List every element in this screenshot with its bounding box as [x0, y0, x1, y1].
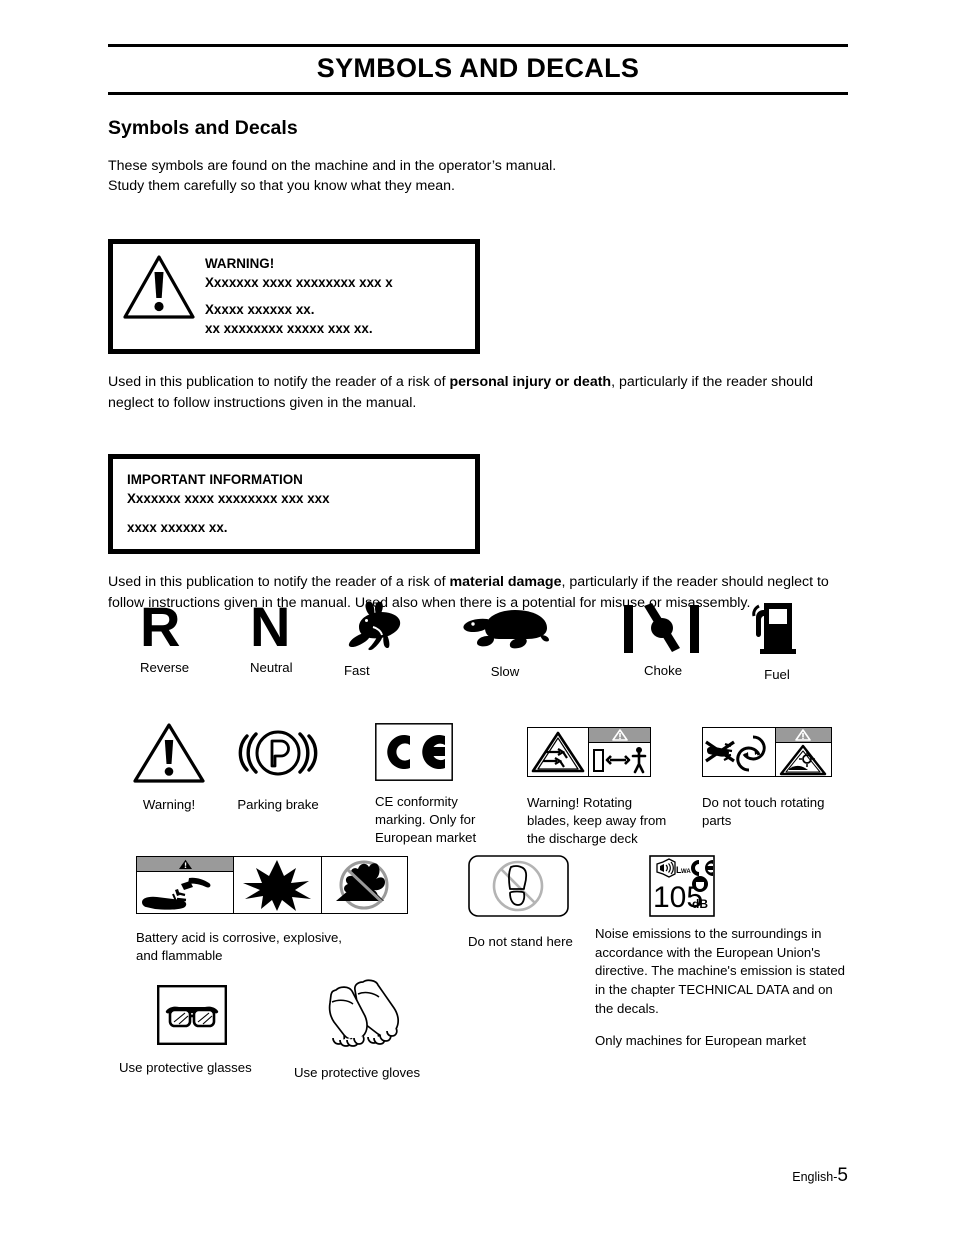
do-not-touch-rotating-parts-decal — [702, 727, 832, 777]
footer-language: English- — [792, 1170, 838, 1184]
intro-line-2: Study them carefully so that you know wh… — [108, 178, 455, 195]
symbol-warning: Warning! — [132, 722, 206, 813]
symbol-warning-label: Warning! — [142, 797, 196, 812]
decal-panel-no-hand — [703, 728, 776, 776]
symbol-neutral: N Neutral — [250, 595, 293, 676]
ce-mark-icon — [375, 723, 495, 781]
warning-title: WARNING! — [205, 255, 275, 271]
symbol-do-not-touch: Do not touch rotating parts — [702, 727, 862, 830]
rotating-blades-decal — [527, 727, 651, 777]
symbol-protective-gloves-label: Use protective gloves — [294, 1065, 421, 1080]
noise-paragraph-1: Noise emissions to the surroundings in a… — [595, 926, 846, 1016]
parking-brake-icon — [234, 722, 322, 784]
decal-gray-header — [589, 728, 650, 743]
page-content: SYMBOLS AND DECALS Symbols and Decals Th… — [108, 44, 848, 614]
symbol-fast-label: Fast — [344, 663, 370, 678]
decal-panel-entanglement — [775, 728, 831, 776]
symbol-reverse: R Reverse — [140, 595, 190, 676]
battery-acid-decal — [136, 856, 408, 914]
symbol-ce-marking: CE conformity marking. Only for European… — [375, 723, 495, 846]
warning-description-paragraph: Used in this publication to notify the r… — [108, 372, 843, 414]
symbol-rotating-blades-label: Warning! Rotating blades, keep away from… — [527, 795, 667, 846]
symbol-neutral-label: Neutral — [250, 660, 293, 676]
info-desc-bold: material damage — [449, 573, 562, 590]
letter-r-icon: R — [140, 595, 180, 658]
symbol-choke-label: Choke — [643, 663, 683, 678]
symbol-battery-acid: Battery acid is corrosive, explosive, an… — [136, 856, 456, 966]
document-title: SYMBOLS AND DECALS — [316, 53, 640, 83]
safety-glasses-icon — [157, 985, 279, 1045]
noise-description: Noise emissions to the surroundings in a… — [595, 925, 845, 1050]
noise-paragraph-2: Only machines for European market — [595, 1032, 807, 1048]
info-desc-pre: Used in this publication to notify the r… — [108, 573, 450, 590]
important-information-box: IMPORTANT INFORMATION Xxxxxxx xxxx xxxxx… — [108, 453, 480, 554]
symbol-ce-marking-label: CE conformity marking. Only for European… — [375, 794, 477, 845]
symbol-rotating-blades: Warning! Rotating blades, keep away from… — [527, 727, 707, 847]
symbol-parking-brake-label: Parking brake — [237, 797, 319, 812]
symbol-choke: Choke — [622, 602, 704, 679]
info-text-block: IMPORTANT INFORMATION Xxxxxxx xxxx xxxxx… — [113, 459, 475, 549]
letter-n-icon: N — [250, 595, 290, 658]
decal-panel-keep-away — [589, 728, 650, 776]
fuel-pump-icon — [752, 600, 802, 656]
symbol-parking-brake: Parking brake — [234, 722, 322, 813]
decal-panel-blades — [528, 728, 590, 776]
symbol-fuel-label: Fuel — [764, 667, 790, 682]
warning-triangle-icon — [132, 722, 206, 784]
warning-triangle-icon — [113, 244, 205, 320]
symbol-protective-glasses: Use protective glasses — [119, 985, 279, 1076]
decal-gray-header — [775, 728, 831, 743]
choke-valve-icon — [622, 602, 704, 656]
symbol-reverse-label: Reverse — [140, 660, 190, 676]
symbol-do-not-touch-label: Do not touch rotating parts — [702, 795, 825, 828]
info-title: IMPORTANT INFORMATION — [127, 471, 303, 487]
symbol-fast: Fast — [344, 600, 414, 679]
warning-desc-bold: personal injury or death — [449, 373, 612, 390]
warning-text-block: WARNING! Xxxxxxx xxxx xxxxxxxx xxx x Xxx… — [205, 244, 401, 349]
intro-line-1: These symbols are found on the machine a… — [108, 157, 557, 174]
warning-line-1: Xxxxxxx xxxx xxxxxxxx xxx x — [205, 275, 393, 291]
document-page: SYMBOLS AND DECALS Symbols and Decals Th… — [0, 0, 954, 1235]
symbol-slow: Slow — [457, 608, 553, 680]
svg-text:WA: WA — [681, 869, 691, 875]
do-not-stand-here-icon — [468, 855, 598, 917]
noise-level-decal: L WA 105 dB — [649, 855, 715, 917]
symbol-fuel: Fuel — [752, 600, 802, 683]
info-line-1: Xxxxxxx xxxx xxxxxxxx xxx xxx — [127, 491, 330, 507]
warning-line-2: Xxxxx xxxxxx xx. — [205, 301, 315, 317]
symbol-do-not-stand: Do not stand here — [468, 855, 598, 950]
svg-text:dB: dB — [692, 897, 708, 911]
decal-gray-header — [137, 857, 234, 872]
symbol-protective-gloves: Use protective gloves — [294, 978, 464, 1081]
safety-gloves-icon — [322, 978, 464, 1048]
intro-paragraph: These symbols are found on the machine a… — [108, 156, 848, 197]
section-heading: Symbols and Decals — [108, 116, 298, 139]
info-line-2: xxxx xxxxxx xx. — [127, 519, 228, 535]
warning-callout-box: WARNING! Xxxxxxx xxxx xxxxxxxx xxx x Xxx… — [108, 238, 480, 354]
symbol-noise-level: L WA 105 dB — [649, 855, 715, 917]
decal-panel-flammable — [322, 857, 407, 913]
decal-panel-corrosive — [137, 857, 235, 913]
symbol-do-not-stand-label: Do not stand here — [468, 934, 573, 949]
page-footer: English-5 — [792, 1165, 848, 1187]
warning-line-3: xx xxxxxxxx xxxxx xxx xx. — [205, 321, 373, 337]
header-rule-bottom — [108, 91, 848, 95]
turtle-icon — [457, 608, 553, 654]
rabbit-icon — [344, 600, 414, 654]
symbol-battery-acid-label: Battery acid is corrosive, explosive, an… — [136, 930, 342, 964]
symbol-protective-glasses-label: Use protective glasses — [119, 1060, 252, 1075]
footer-page-number: 5 — [837, 1165, 848, 1186]
symbol-slow-label: Slow — [490, 664, 520, 679]
decal-panel-explosive — [234, 857, 322, 913]
warning-desc-pre: Used in this publication to notify the r… — [108, 373, 450, 390]
